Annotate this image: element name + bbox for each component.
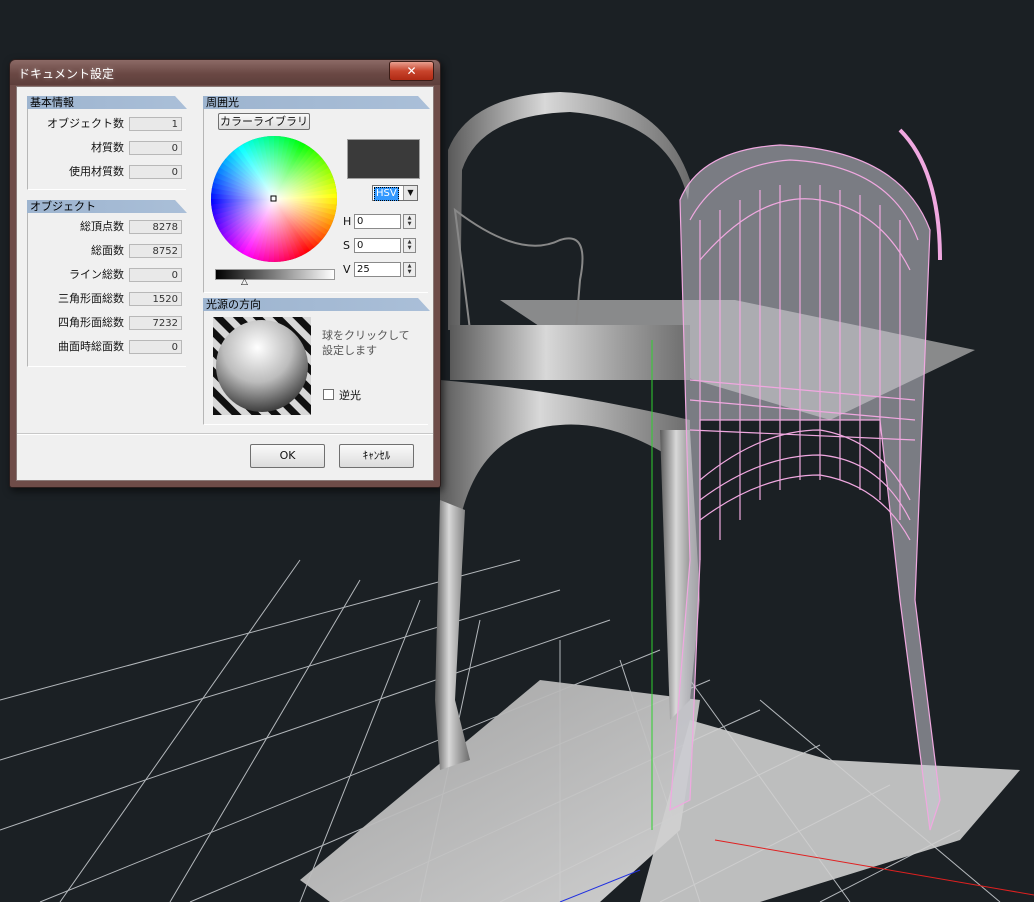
value-slider[interactable]	[215, 269, 335, 280]
color-mode-select[interactable]: HSV ▼	[372, 185, 418, 201]
info-row-label: 材質数	[91, 141, 124, 154]
info-row-label: 三角形面総数	[58, 292, 124, 305]
h-spinner[interactable]: ▲ ▼	[403, 214, 416, 229]
backlight-checkbox[interactable]	[323, 389, 334, 400]
color-library-button[interactable]: カラーライブラリ	[218, 113, 310, 130]
v-input[interactable]: 25	[354, 262, 401, 277]
backlight-label: 逆光	[339, 389, 361, 402]
chevron-down-icon[interactable]: ▼	[403, 186, 417, 200]
light-hint-text: 球をクリックして 設定します	[322, 329, 410, 357]
v-spinner[interactable]: ▲ ▼	[403, 262, 416, 277]
arch-model-wireframe	[669, 128, 942, 831]
h-label: H	[343, 215, 352, 228]
info-row-value: 0	[129, 141, 182, 155]
color-mode-value: HSV	[374, 187, 399, 201]
floor-plane-left	[300, 680, 700, 902]
info-row-value: 1520	[129, 292, 182, 306]
info-row-value: 0	[129, 165, 182, 179]
ok-button[interactable]: OK	[250, 444, 325, 468]
ambient-color-swatch	[347, 139, 420, 179]
dialog-title: ドキュメント設定	[18, 67, 115, 81]
v-label: V	[343, 263, 351, 276]
dialog-client-area: 基本情報 オブジェクト数 1 材質数 0 使用材質数 0 オブジェクト 総頂点数 8278 総…	[16, 86, 434, 481]
light-sphere[interactable]	[213, 317, 311, 415]
info-row-label: 総面数	[91, 244, 124, 257]
info-row-value: 8278	[129, 220, 182, 234]
info-row-label: 四角形面総数	[58, 316, 124, 329]
cancel-button[interactable]: ｷｬﾝｾﾙ	[339, 444, 414, 468]
button-separator	[17, 433, 433, 435]
light-direction-header: 光源の方向	[203, 298, 430, 311]
basic-info-header: 基本情報	[27, 96, 187, 109]
object-header: オブジェクト	[27, 200, 187, 213]
info-row-value: 1	[129, 117, 182, 131]
info-row-value: 8752	[129, 244, 182, 258]
info-row-value: 7232	[129, 316, 182, 330]
info-row-value: 0	[129, 340, 182, 354]
s-input[interactable]: 0	[354, 238, 401, 253]
arch-model-solid	[435, 92, 700, 770]
info-row-label: オブジェクト数	[47, 117, 124, 130]
info-row-label: 使用材質数	[69, 165, 124, 178]
s-spinner[interactable]: ▲ ▼	[403, 238, 416, 253]
close-button[interactable]: ✕	[389, 61, 434, 81]
color-wheel[interactable]	[209, 134, 339, 264]
h-input[interactable]: 0	[354, 214, 401, 229]
value-slider-thumb[interactable]: △	[241, 278, 248, 287]
floor-plane-right	[640, 720, 1020, 902]
dialog-titlebar[interactable]: ドキュメント設定 ✕	[10, 60, 440, 85]
document-settings-dialog: ドキュメント設定 ✕ 基本情報 オブジェクト数 1 材質数 0 使用材質数 0 オブジェク…	[9, 59, 441, 488]
info-row-label: ライン総数	[69, 268, 124, 281]
info-row-label: 曲面時総面数	[58, 340, 124, 353]
s-label: S	[343, 239, 350, 252]
info-row-label: 総頂点数	[80, 220, 124, 233]
info-row-value: 0	[129, 268, 182, 282]
ambient-header: 周囲光	[203, 96, 430, 109]
